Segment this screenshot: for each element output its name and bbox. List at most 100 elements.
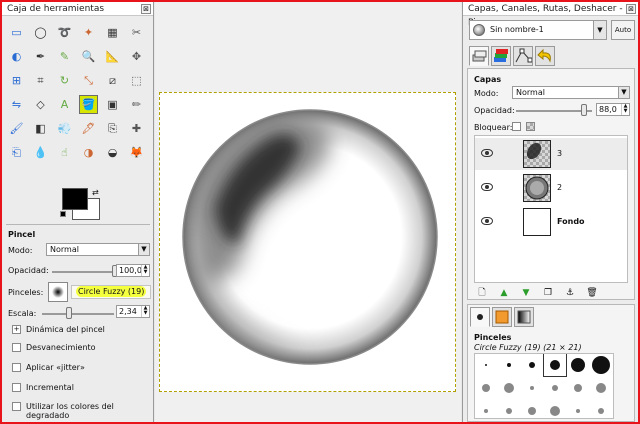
gradient-colors-checkbox[interactable]	[12, 402, 21, 411]
brush-cell[interactable]	[521, 377, 543, 399]
eye-icon[interactable]	[481, 149, 493, 157]
tab-gradients[interactable]	[514, 307, 534, 327]
auto-button[interactable]: Auto	[611, 20, 635, 40]
color-select-icon[interactable]: ▦	[104, 24, 121, 41]
lower-layer-icon[interactable]: ▼	[520, 287, 532, 299]
expand-icon[interactable]: +	[12, 325, 21, 334]
spin-arrows-icon[interactable]: ▲ ▼	[141, 306, 149, 317]
new-layer-icon[interactable]: 🗋	[476, 287, 488, 299]
incremental-checkbox[interactable]	[12, 383, 21, 392]
move-icon[interactable]: ✥	[128, 48, 145, 65]
brush-cell[interactable]	[498, 377, 520, 399]
layer-row[interactable]: 2	[475, 172, 627, 204]
tab-layers[interactable]	[469, 46, 489, 66]
spin-arrows-icon[interactable]: ▲ ▼	[141, 265, 149, 276]
heal-icon[interactable]: ✚	[128, 120, 145, 137]
brush-cell[interactable]	[567, 400, 589, 418]
brush-cell[interactable]	[521, 400, 543, 418]
layer-opacity-spinbox[interactable]: 88,0 ▲ ▼	[596, 103, 630, 116]
tab-patterns[interactable]	[492, 307, 512, 327]
layer-row[interactable]: Fondo	[475, 206, 627, 238]
lock-pixels-checkbox[interactable]	[512, 122, 521, 131]
blur-icon[interactable]: 💧	[32, 144, 49, 161]
gimp-logo-icon[interactable]: 🦊	[128, 144, 145, 161]
text-icon[interactable]: A	[56, 96, 73, 113]
dodge-burn-icon[interactable]: ◑	[80, 144, 97, 161]
free-select-icon[interactable]: ➰	[56, 24, 73, 41]
close-icon[interactable]: ⊠	[626, 4, 636, 14]
pencil-icon[interactable]: ✏	[128, 96, 145, 113]
lock-alpha-checkbox[interactable]	[526, 122, 535, 131]
eraser-icon[interactable]: ◧	[32, 120, 49, 137]
brush-cell[interactable]	[544, 400, 566, 418]
scale-slider-knob[interactable]	[66, 307, 72, 319]
tab-channels[interactable]	[491, 46, 511, 66]
layer-mode-select[interactable]: Normal ▼	[512, 86, 630, 99]
opacity-spinbox[interactable]: 100,0 ▲ ▼	[116, 264, 150, 277]
brush-cell[interactable]	[498, 354, 520, 376]
brush-cell[interactable]	[590, 400, 612, 418]
brush-cell[interactable]	[544, 377, 566, 399]
brush-preview[interactable]	[48, 282, 68, 302]
brush-cell[interactable]	[475, 354, 497, 376]
paths-icon[interactable]: ✒	[32, 48, 49, 65]
blend-icon[interactable]: ▣	[104, 96, 121, 113]
clone-icon[interactable]: ⎘	[104, 120, 121, 137]
brush-cell[interactable]	[475, 377, 497, 399]
brush-name-field[interactable]: Circle Fuzzy (19)	[71, 285, 151, 299]
spin-arrows-icon[interactable]: ▲ ▼	[621, 104, 629, 115]
image-canvas[interactable]	[159, 92, 456, 392]
flip-icon[interactable]: ⇋	[8, 96, 25, 113]
ellipse-select-icon[interactable]: ◯	[32, 24, 49, 41]
eye-icon[interactable]	[481, 217, 493, 225]
fuzzy-select-icon[interactable]: ✦	[80, 24, 97, 41]
scale-icon[interactable]: ⤡	[80, 72, 97, 89]
reset-colors-icon[interactable]	[60, 211, 66, 217]
zoom-icon[interactable]: 🔍	[80, 48, 97, 65]
brush-cell[interactable]	[475, 400, 497, 418]
crop-icon[interactable]: ⌗	[32, 72, 49, 89]
bucket-fill-icon[interactable]: 🪣	[79, 95, 98, 114]
perspective-icon[interactable]: ⬚	[128, 72, 145, 89]
rotate-icon[interactable]: ↻	[56, 72, 73, 89]
scale-spinbox[interactable]: 2,34 ▲ ▼	[116, 305, 150, 318]
layer-opacity-slider-knob[interactable]	[581, 104, 588, 116]
airbrush-icon[interactable]: 💨	[56, 120, 73, 137]
perspective-clone-icon[interactable]: ⎗	[8, 144, 25, 161]
eye-icon[interactable]	[481, 183, 493, 191]
brush-cell[interactable]	[567, 377, 589, 399]
anchor-layer-icon[interactable]: ⚓	[564, 287, 576, 299]
color-picker-icon[interactable]: ✎	[56, 48, 73, 65]
foreground-color-swatch[interactable]	[62, 188, 88, 210]
smudge-icon[interactable]: ☝	[56, 144, 73, 161]
brush-cell[interactable]	[521, 354, 543, 376]
tab-paths[interactable]	[513, 46, 533, 66]
ink-icon[interactable]: 🖋	[80, 120, 97, 137]
brush-cell[interactable]	[567, 354, 589, 376]
scale-slider[interactable]	[42, 313, 114, 315]
shear-icon[interactable]: ⧄	[104, 72, 121, 89]
tab-undo[interactable]	[535, 46, 555, 66]
colorize-icon[interactable]: ◒	[104, 144, 121, 161]
brush-cell[interactable]	[590, 377, 612, 399]
scissors-icon[interactable]: ✂	[128, 24, 145, 41]
align-icon[interactable]: ⊞	[8, 72, 25, 89]
foreground-select-icon[interactable]: ◐	[8, 48, 25, 65]
raise-layer-icon[interactable]: ▲	[498, 287, 510, 299]
brush-cell[interactable]	[543, 354, 567, 377]
cage-icon[interactable]: ◇	[32, 96, 49, 113]
rect-select-icon[interactable]: ▭	[8, 24, 25, 41]
paintbrush-icon[interactable]: 🖌	[8, 120, 25, 137]
mode-select[interactable]: Normal ▼	[46, 243, 150, 256]
jitter-checkbox[interactable]	[12, 363, 21, 372]
duplicate-layer-icon[interactable]: ❐	[542, 287, 554, 299]
brush-cell[interactable]	[590, 354, 612, 376]
opacity-slider[interactable]	[52, 271, 114, 273]
close-icon[interactable]: ⊠	[141, 4, 151, 14]
layer-row[interactable]: 3	[475, 138, 627, 170]
tab-brushes[interactable]	[470, 307, 490, 327]
fade-checkbox[interactable]	[12, 343, 21, 352]
swap-colors-icon[interactable]: ⇄	[92, 188, 99, 197]
delete-layer-icon[interactable]: 🗑	[586, 287, 598, 299]
brush-cell[interactable]	[498, 400, 520, 418]
